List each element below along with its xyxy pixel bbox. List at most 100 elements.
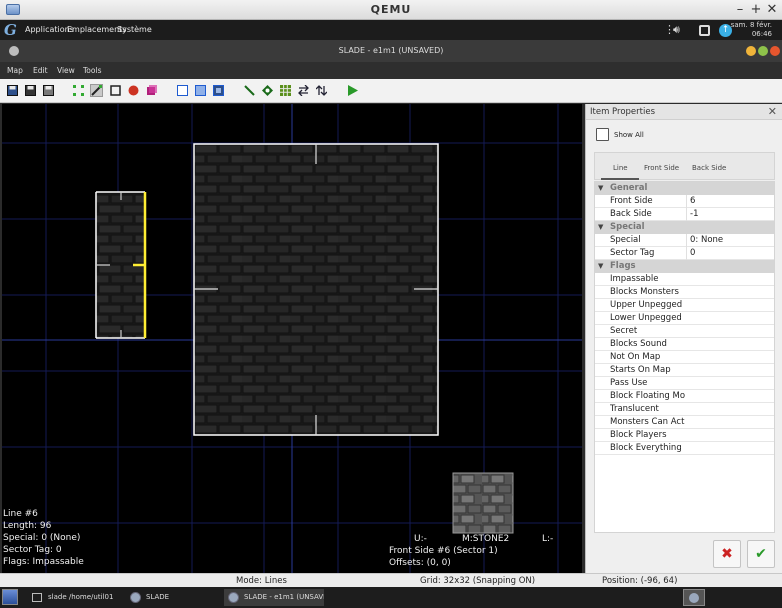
- line-flags: Flags: Impassable: [3, 557, 84, 567]
- flag-row[interactable]: Blocks Sound: [595, 338, 774, 351]
- menubar: Map Edit View Tools: [0, 62, 782, 79]
- slade-icon: [228, 592, 239, 603]
- close-button[interactable]: ✕: [764, 2, 780, 17]
- flat-icon[interactable]: [176, 84, 189, 97]
- vertices-mode-icon[interactable]: [72, 84, 85, 97]
- play-icon[interactable]: [346, 84, 359, 97]
- line-special: Special: 0 (None): [3, 533, 81, 543]
- property-row[interactable]: Back Side -1: [595, 208, 774, 221]
- property-value[interactable]: -1: [686, 208, 774, 221]
- front-side-upper: U:-: [414, 534, 427, 544]
- clock-time: 06:46: [751, 30, 772, 38]
- line-sector-tag: Sector Tag: 0: [3, 545, 62, 555]
- property-label: Back Side: [610, 209, 652, 219]
- task-slade[interactable]: SLADE: [126, 589, 221, 606]
- show-all-box[interactable]: [596, 128, 609, 141]
- flag-row[interactable]: Secret: [595, 325, 774, 338]
- flag-row[interactable]: Impassable: [595, 273, 774, 286]
- discard-changes-button[interactable]: ✖: [713, 540, 741, 568]
- active-tab-indicator: [601, 178, 639, 180]
- flag-row[interactable]: Not On Map: [595, 351, 774, 364]
- maximize-button[interactable]: +: [748, 2, 764, 17]
- task-terminal[interactable]: slade /home/util01: [28, 589, 123, 606]
- flag-label: Blocks Monsters: [610, 287, 679, 297]
- property-label: Special: [610, 235, 641, 245]
- status-bar: Mode: Lines Grid: 32x32 (Snapping ON) Po…: [0, 573, 782, 587]
- save-all-icon[interactable]: [24, 84, 37, 97]
- item-properties-title: Item Properties: [590, 107, 656, 117]
- flag-row[interactable]: Translucent: [595, 403, 774, 416]
- flag-row[interactable]: Upper Unpegged: [595, 299, 774, 312]
- toolbar: [0, 79, 782, 103]
- map-canvas[interactable]: Line #6 Length: 96 Special: 0 (None) Sec…: [2, 104, 582, 573]
- window-close-icon[interactable]: [770, 46, 780, 56]
- flag-row[interactable]: Monsters Can Activate: [595, 416, 774, 429]
- menu-view[interactable]: View: [57, 66, 75, 75]
- section-flags[interactable]: ▼ Flags: [595, 260, 774, 273]
- tab-back-side[interactable]: Back Side: [692, 164, 726, 172]
- show-all-checkbox[interactable]: Show All: [596, 128, 644, 141]
- tab-front-side[interactable]: Front Side: [644, 164, 679, 172]
- apply-changes-button[interactable]: ✔: [747, 540, 775, 568]
- menu-tools[interactable]: Tools: [83, 66, 101, 75]
- property-value[interactable]: 0: None: [686, 234, 774, 247]
- flag-row[interactable]: Lower Unpegged: [595, 312, 774, 325]
- things-mode-icon[interactable]: [127, 84, 140, 97]
- workspace-switcher[interactable]: [683, 589, 705, 606]
- lines-mode-icon[interactable]: [90, 84, 103, 97]
- network-icon[interactable]: [699, 25, 710, 36]
- section-general[interactable]: ▼ General: [595, 182, 774, 195]
- property-value[interactable]: 0: [686, 247, 774, 260]
- qemu-window-title: QEMU: [370, 3, 412, 16]
- window-minimize-icon[interactable]: [746, 46, 756, 56]
- property-value[interactable]: 6: [686, 195, 774, 208]
- flag-row[interactable]: Pass Use: [595, 377, 774, 390]
- slade-titlebar: SLADE - e1m1 (UNSAVED): [0, 40, 782, 62]
- flag-row[interactable]: Block Players: [595, 429, 774, 442]
- textured-icon[interactable]: [194, 84, 207, 97]
- 3d-mode-icon[interactable]: [145, 84, 158, 97]
- sectors-mode-icon[interactable]: [109, 84, 122, 97]
- panel-close-icon[interactable]: ✕: [768, 105, 777, 118]
- workspace-icon: [689, 593, 699, 603]
- flip-vertical-icon[interactable]: [315, 84, 328, 97]
- line-info: Line #6 Length: 96 Special: 0 (None) Sec…: [3, 508, 84, 568]
- section-special[interactable]: ▼ Special: [595, 221, 774, 234]
- line-number: Line #6: [3, 509, 38, 519]
- system-menu[interactable]: Système: [117, 25, 152, 34]
- grid-icon[interactable]: [279, 84, 292, 97]
- gnome-logo-icon[interactable]: G: [4, 21, 18, 39]
- line-draw-icon[interactable]: [243, 84, 256, 97]
- property-row[interactable]: Special 0: None: [595, 234, 774, 247]
- taskbar: slade /home/util01 SLADE SLADE - e1m1 (U…: [0, 587, 782, 608]
- flip-horizontal-icon[interactable]: [297, 84, 310, 97]
- tab-line[interactable]: Line: [613, 164, 628, 172]
- save-as-icon[interactable]: [42, 84, 55, 97]
- flag-label: Starts On Map: [610, 365, 671, 375]
- flag-row[interactable]: Blocks Monsters: [595, 286, 774, 299]
- task-slade-e1m1[interactable]: SLADE - e1m1 (UNSAVED): [224, 589, 324, 606]
- flag-label: Block Floating Monsters: [610, 391, 685, 401]
- menu-map[interactable]: Map: [7, 66, 23, 75]
- save-icon[interactable]: [6, 84, 19, 97]
- sector-large: [193, 143, 439, 436]
- menu-edit[interactable]: Edit: [33, 66, 48, 75]
- show-desktop-icon[interactable]: [2, 589, 18, 605]
- property-row[interactable]: Front Side 6: [595, 195, 774, 208]
- property-row[interactable]: Sector Tag 0: [595, 247, 774, 260]
- flag-row[interactable]: Starts On Map: [595, 364, 774, 377]
- minimize-button[interactable]: –: [732, 2, 748, 17]
- window-maximize-icon[interactable]: [758, 46, 768, 56]
- flag-row[interactable]: Block Floating Monsters: [595, 390, 774, 403]
- flag-label: Translucent: [610, 404, 659, 414]
- flag-label: Monsters Can Activate: [610, 417, 685, 427]
- vertex-diamond-icon[interactable]: [261, 84, 274, 97]
- full-icon[interactable]: [212, 84, 225, 97]
- flag-label: Blocks Sound: [610, 339, 667, 349]
- front-side-offsets: Offsets: (0, 0): [389, 558, 451, 568]
- property-tabs: Line Front Side Back Side: [594, 152, 775, 180]
- volume-icon[interactable]: 🔊︎: [673, 23, 680, 37]
- flag-row[interactable]: Block Everything: [595, 442, 774, 455]
- panel-clock[interactable]: sam. 8 févr. 06:46: [731, 21, 772, 39]
- flag-label: Not On Map: [610, 352, 661, 362]
